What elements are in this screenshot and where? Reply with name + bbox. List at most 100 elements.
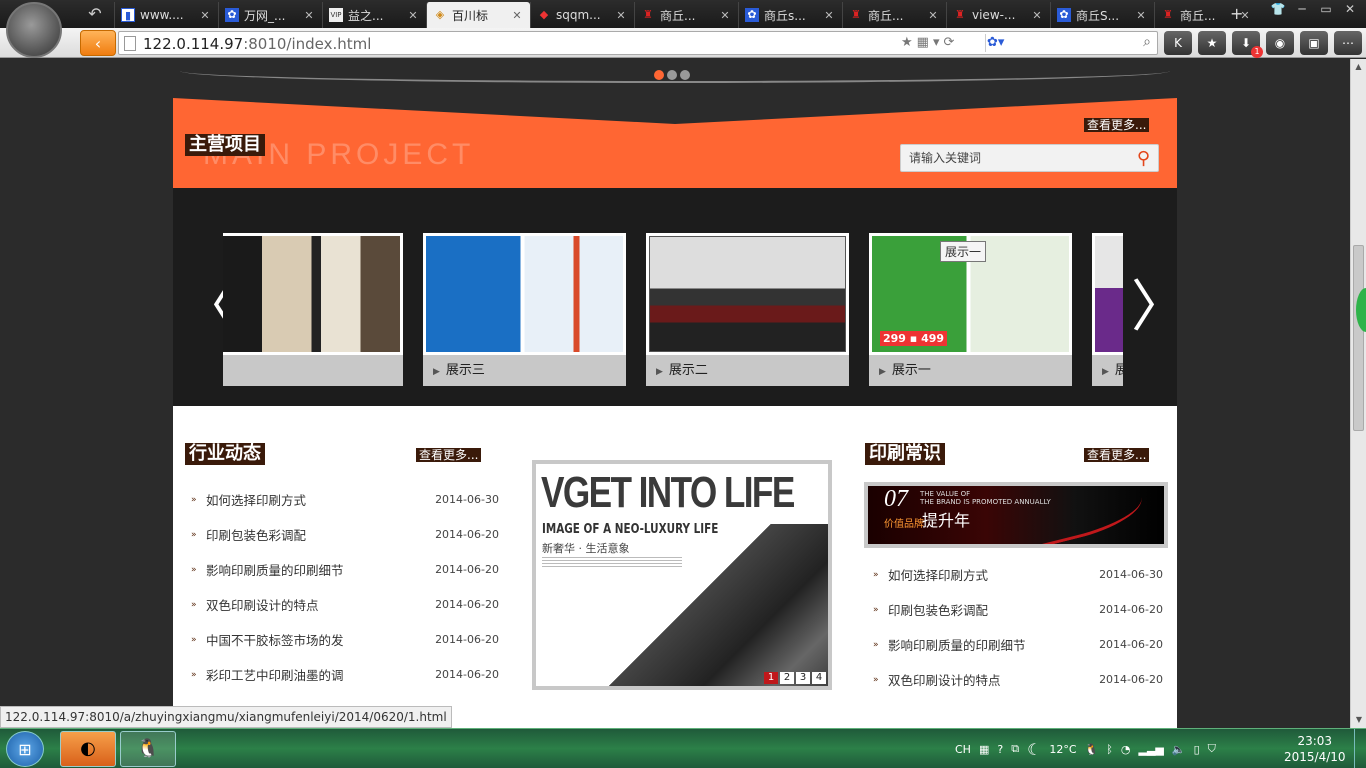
favicon-icon: ♜ [851,8,861,21]
help-icon[interactable]: ? [997,743,1003,756]
list-item[interactable]: » 双色印刷设计的特点 2014-06-20 [191,587,499,622]
banner-cn-small: 价值品牌 [884,519,924,530]
signal-icon[interactable]: ▂▃▅ [1139,743,1164,756]
qq-icon[interactable]: 🐧 [1085,743,1099,756]
printing-knowledge-more-link[interactable]: 查看更多... [1084,448,1150,462]
tab-1[interactable]: ✿ 万网_... ✕ [218,2,322,28]
network-icon[interactable]: ⧉ [1011,742,1019,756]
shield-icon[interactable]: ⛉ [1208,742,1216,756]
new-tab-icon[interactable]: + [1230,4,1243,23]
more-link[interactable]: 查看更多... [1084,118,1150,132]
app-icon[interactable]: ◔ [1121,743,1131,756]
skin-icon[interactable]: 👕 [1266,2,1290,16]
bluetooth-icon[interactable]: ᛒ [1106,743,1113,756]
tv-icon[interactable]: ▣ [1300,31,1328,55]
close-icon[interactable]: ✕ [926,9,940,22]
tab-2[interactable]: VIP 益之... ✕ [322,2,426,28]
close-icon[interactable]: ✕ [1030,9,1044,22]
list-item[interactable]: » 如何选择印刷方式 2014-06-30 [873,557,1163,592]
url-text[interactable]: 122.0.114.97:8010/index.html [143,35,371,53]
list-item[interactable]: » 中国不干胶标签市场的发 2014-06-20 [191,622,499,657]
k-icon[interactable]: K [1164,31,1192,55]
game-icon[interactable]: ◉ [1266,31,1294,55]
browser-app-icon[interactable]: ◐ [60,731,116,767]
window-controls: 👕 ─ ▭ ✕ [1266,2,1362,16]
close-icon[interactable]: ✕ [302,9,316,22]
slider-dot[interactable] [667,70,677,80]
list-item[interactable]: » 双色印刷设计的特点 2014-06-20 [873,662,1163,697]
search-input[interactable] [901,145,1121,171]
download-icon[interactable]: ⬇ 1 [1232,31,1263,58]
tab-3[interactable]: ◈ 百川标 ✕ [426,2,530,28]
gallery-item[interactable]: ▶展示五 [1092,233,1123,386]
list-item[interactable]: » 印刷包装色彩调配 2014-06-20 [191,517,499,552]
page-button[interactable]: 2 [780,672,794,684]
slider-dot[interactable] [654,70,664,80]
page-button[interactable]: 4 [812,672,826,684]
maximize-icon[interactable]: ▭ [1314,2,1338,16]
back-button[interactable]: ‹ [80,30,116,56]
industry-news-title: 行业动态 [185,443,265,465]
tab-9[interactable]: ✿ 商丘S... ✕ [1050,2,1154,28]
close-icon[interactable]: ✕ [406,9,420,22]
qq-app-icon[interactable]: 🐧 [120,731,176,767]
tab-0[interactable]: ▮ www.... ✕ [114,2,218,28]
tab-4[interactable]: ◆ sqqm... ✕ [530,2,634,28]
gallery-item[interactable] [223,233,403,386]
next-arrow-icon[interactable]: 〉 [1131,278,1187,338]
close-icon[interactable]: ✕ [510,9,524,22]
thumbnail [646,233,849,355]
refresh-icon[interactable]: ⟳ [943,35,954,50]
tab-7[interactable]: ♜ 商丘... ✕ [842,2,946,28]
clock[interactable]: 23:03 2015/4/10 [1284,733,1346,765]
tab-6[interactable]: ✿ 商丘s... ✕ [738,2,842,28]
user-avatar[interactable] [6,2,62,58]
tab-8[interactable]: ♜ view-... ✕ [946,2,1050,28]
search-icon[interactable]: ⌕ [1143,34,1151,50]
close-window-icon[interactable]: ✕ [1338,2,1362,16]
address-bar[interactable]: 122.0.114.97:8010/index.html ★ ▦ ▾ ⟳ ✿▾ … [118,31,1158,55]
close-icon[interactable]: ✕ [718,9,732,22]
feature-slideshow[interactable]: VGET INTO LIFE IMAGE OF A NEO-LUXURY LIF… [532,460,832,690]
minimize-icon[interactable]: ─ [1290,2,1314,16]
double-chevron-icon: » [873,639,879,650]
list-item[interactable]: » 如何选择印刷方式 2014-06-30 [191,482,499,517]
menu-icon[interactable]: ⋯ [1334,31,1362,55]
device-icon[interactable]: ▯ [1194,743,1200,756]
promo-banner[interactable]: 07 THE VALUE OF THE BRAND IS PROMOTED AN… [864,482,1168,548]
page-button[interactable]: 3 [796,672,810,684]
close-icon[interactable]: ✕ [1134,9,1148,22]
close-icon[interactable]: ✕ [198,9,212,22]
scroll-thumb[interactable] [1353,245,1364,431]
show-desktop-button[interactable] [1354,729,1366,768]
industry-news-more-link[interactable]: 查看更多... [416,448,482,462]
star-icon[interactable]: ★ [901,35,913,50]
start-button[interactable]: ⊞ [6,731,44,767]
list-item[interactable]: » 印刷包装色彩调配 2014-06-20 [873,592,1163,627]
chevron-down-icon[interactable]: ▾ [933,35,940,50]
double-chevron-icon: » [191,529,197,540]
scroll-up-icon[interactable]: ▲ [1351,59,1366,75]
slider-dot[interactable] [680,70,690,80]
list-item[interactable]: » 影响印刷质量的印刷细节 2014-06-20 [191,552,499,587]
search-icon[interactable]: ⚲ [1137,148,1150,169]
gallery-item[interactable]: ▶ 展示二 [646,233,849,386]
list-item[interactable]: » 影响印刷质量的印刷细节 2014-06-20 [873,627,1163,662]
list-item[interactable]: » 彩印工艺中印刷油墨的调 2014-06-20 [191,657,499,692]
language-indicator[interactable]: CH [955,743,971,756]
undo-close-tab-icon[interactable]: ↶ [82,4,108,24]
close-icon[interactable]: ✕ [614,9,628,22]
paw-icon[interactable]: ✿▾ [987,35,1009,51]
temperature[interactable]: 12°C [1049,743,1076,756]
volume-icon[interactable]: 🔈 [1172,743,1186,756]
input-icon[interactable]: ▦ [979,743,989,756]
favorites-icon[interactable]: ★ [1198,31,1226,55]
vertical-scrollbar[interactable]: ▲ ▼ [1350,59,1366,728]
scroll-down-icon[interactable]: ▼ [1351,712,1366,728]
close-icon[interactable]: ✕ [822,9,836,22]
tab-strip: ↶ ▮ www.... ✕ ✿ 万网_... ✕ VIP 益之... ✕ ◈ 百川标 ✕ ◆ sq… [0,0,1366,28]
page-button[interactable]: 1 [764,672,778,684]
qr-icon[interactable]: ▦ [917,35,929,50]
gallery-item[interactable]: ▶ 展示三 [423,233,626,386]
tab-5[interactable]: ♜ 商丘... ✕ [634,2,738,28]
